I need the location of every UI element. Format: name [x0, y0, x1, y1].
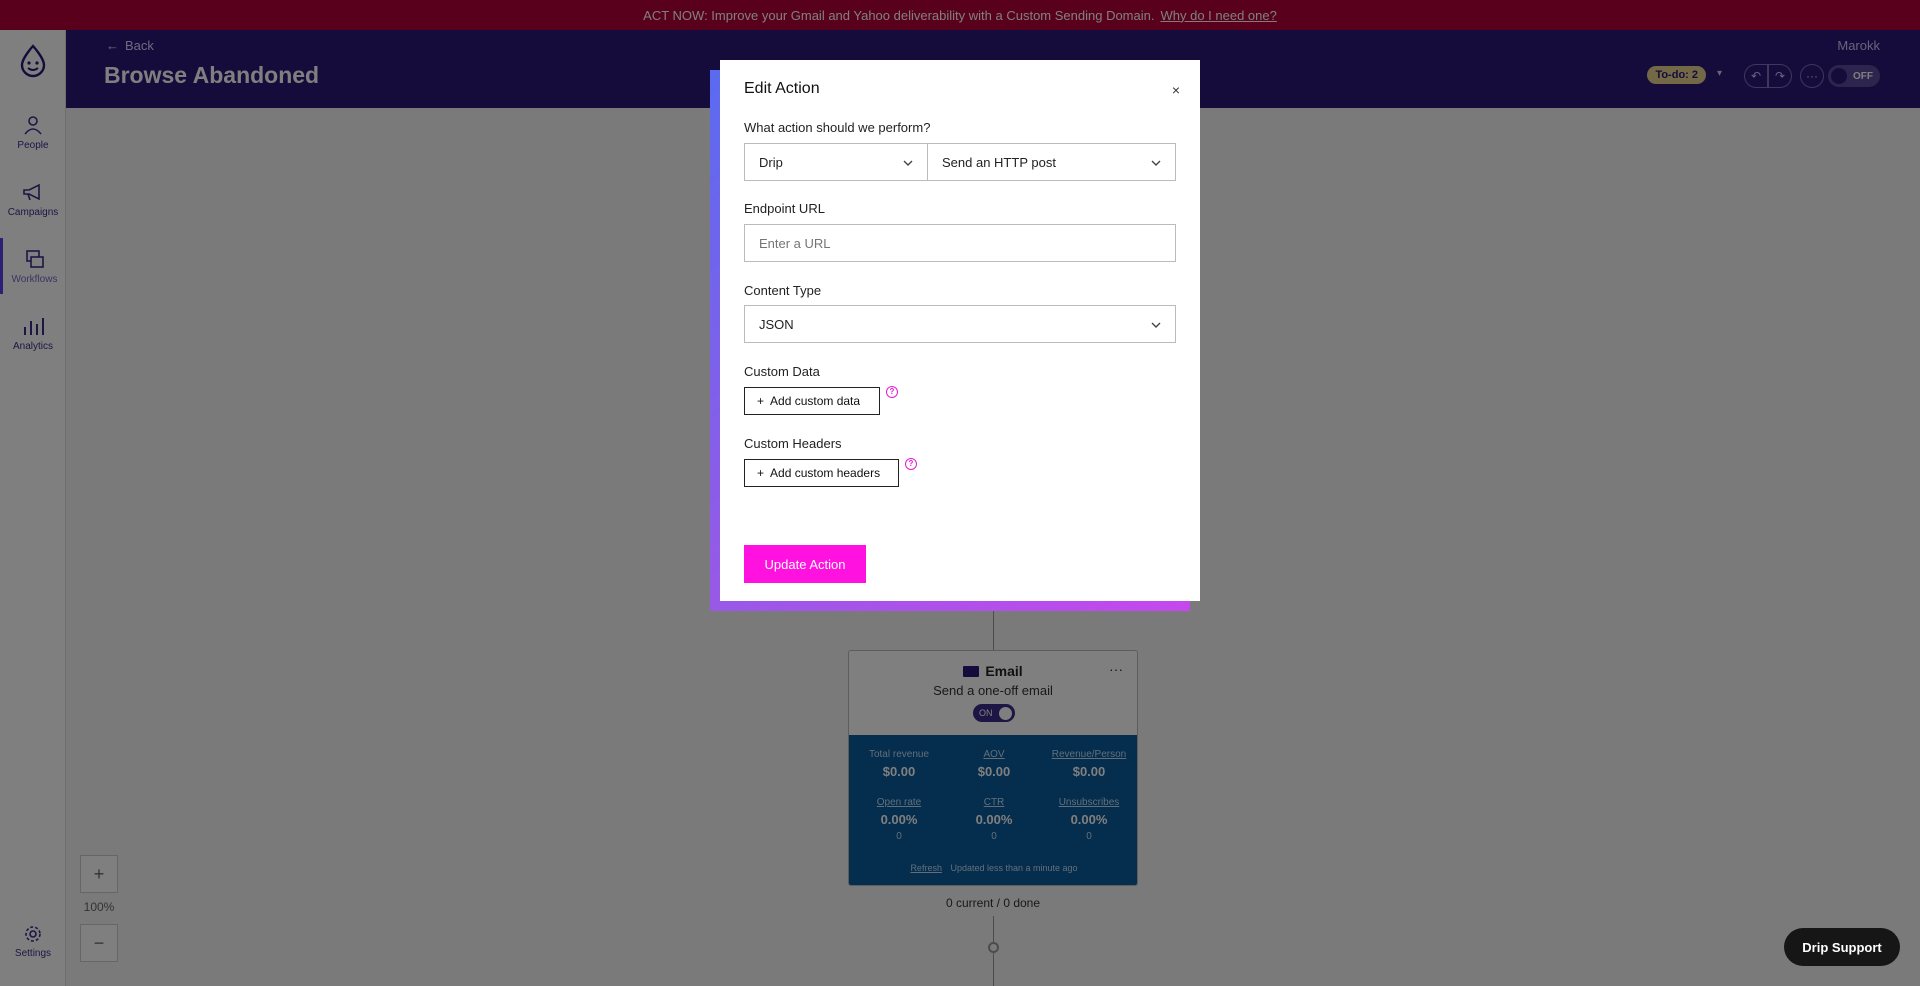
custom-data-label: Custom Data — [744, 364, 820, 379]
plus-icon: + — [757, 394, 765, 408]
provider-value: Drip — [759, 154, 783, 170]
content-type-label: Content Type — [744, 283, 822, 298]
add-custom-data-button[interactable]: + Add custom data — [744, 387, 880, 415]
drip-support-button[interactable]: Drip Support — [1784, 928, 1900, 966]
content-type-select[interactable]: JSON — [744, 305, 1176, 343]
edit-action-modal: Edit Action × What action should we perf… — [720, 60, 1200, 601]
add-custom-headers-label: Add custom headers — [770, 466, 881, 480]
action-value: Send an HTTP post — [942, 154, 1056, 170]
chevron-down-icon — [1151, 160, 1161, 166]
provider-select[interactable]: Drip — [744, 143, 928, 181]
chevron-down-icon — [1151, 322, 1161, 328]
action-select[interactable]: Send an HTTP post — [927, 143, 1176, 181]
modal-title: Edit Action — [744, 80, 820, 97]
help-icon[interactable]: ? — [905, 458, 917, 470]
content-type-value: JSON — [759, 316, 794, 332]
endpoint-label: Endpoint URL — [744, 201, 825, 216]
help-icon[interactable]: ? — [886, 386, 898, 398]
close-icon[interactable]: × — [1172, 82, 1180, 98]
action-label: What action should we perform? — [744, 120, 931, 135]
endpoint-url-input[interactable] — [744, 224, 1176, 262]
add-custom-data-label: Add custom data — [770, 394, 861, 408]
add-custom-headers-button[interactable]: + Add custom headers — [744, 459, 899, 487]
custom-headers-label: Custom Headers — [744, 436, 842, 451]
plus-icon: + — [757, 466, 765, 480]
update-action-button[interactable]: Update Action — [744, 545, 866, 583]
chevron-down-icon — [903, 160, 913, 166]
